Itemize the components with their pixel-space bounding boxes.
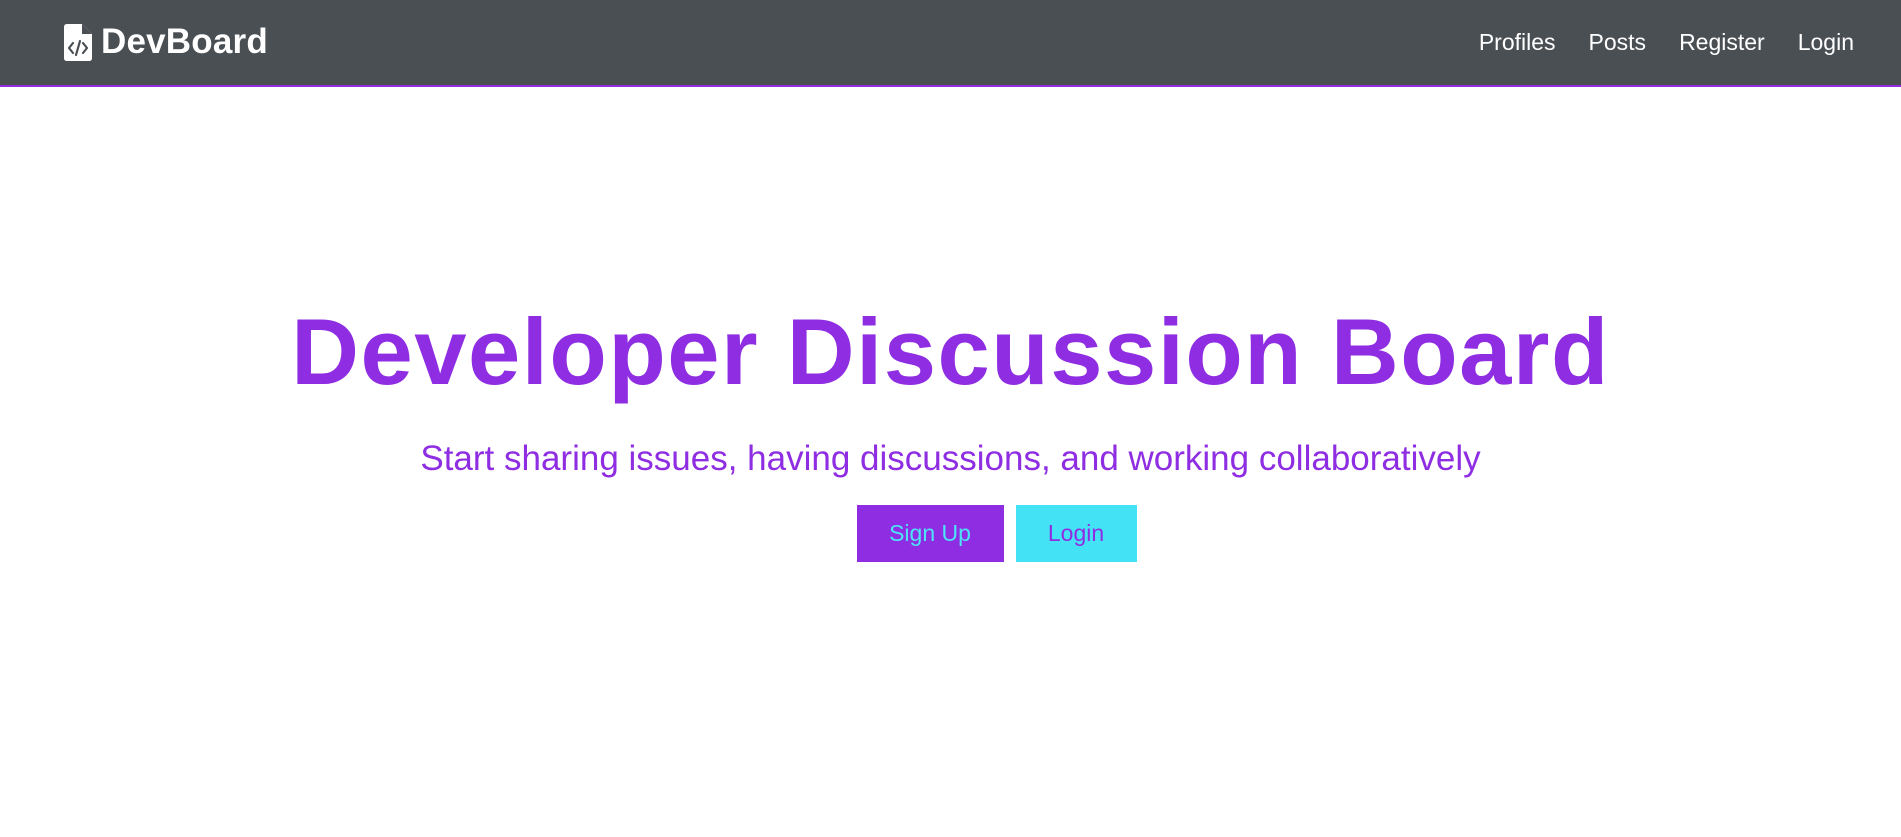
brand-name: DevBoard (101, 22, 268, 61)
hero-title: Developer Discussion Board (291, 299, 1610, 404)
nav-link-posts[interactable]: Posts (1589, 27, 1647, 57)
hero-section: Developer Discussion Board Start sharing… (0, 87, 1901, 837)
nav-link-login[interactable]: Login (1798, 27, 1854, 57)
navbar: DevBoard Profiles Posts Register Login (0, 0, 1901, 87)
nav-link-register[interactable]: Register (1679, 27, 1765, 57)
sign-up-button[interactable]: Sign Up (856, 505, 1004, 562)
hero-subtitle: Start sharing issues, having discussions… (420, 439, 1481, 478)
nav-links: Profiles Posts Register Login (1446, 27, 1854, 57)
brand-link[interactable]: DevBoard (64, 22, 268, 62)
nav-link-profiles[interactable]: Profiles (1479, 27, 1556, 57)
file-code-icon (64, 23, 92, 61)
hero-buttons: Sign Up Login (0, 505, 1901, 562)
login-button[interactable]: Login (1015, 505, 1137, 562)
